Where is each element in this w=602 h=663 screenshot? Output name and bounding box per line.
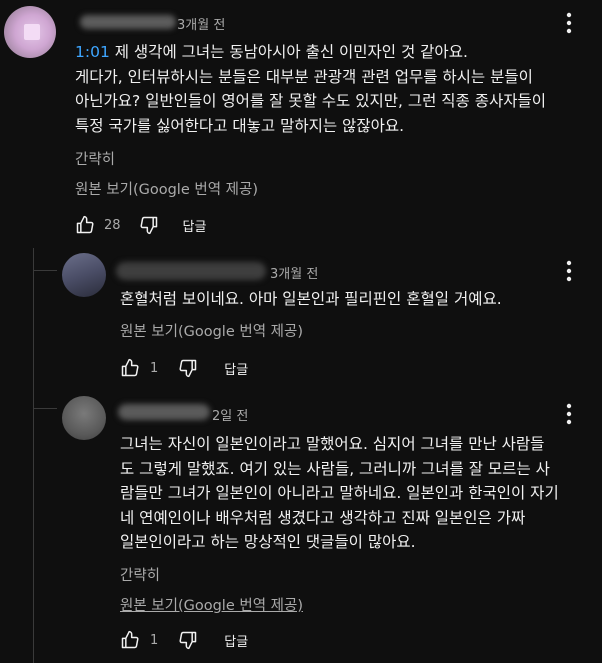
comment-line-1: 1:01 제 생각에 그녀는 동남아시아 출신 이민자인 것 같아요. <box>75 43 468 61</box>
see-original-link[interactable]: 원본 보기(Google 번역 제공) <box>120 320 303 341</box>
more-actions-icon[interactable] <box>566 260 572 286</box>
thread-branch <box>33 408 57 409</box>
like-icon[interactable] <box>120 358 140 378</box>
comment-line-1: 그녀는 자신이 일본인이라고 말했어요. 심지어 그녀를 만난 사람들 <box>120 435 545 453</box>
show-less-button[interactable]: 간략히 <box>75 148 115 169</box>
like-icon[interactable] <box>75 215 95 235</box>
dislike-icon[interactable] <box>178 358 198 378</box>
comment-body: 그녀는 자신이 일본인이라고 말했어요. 심지어 그녀를 만난 사람들 도 그렇… <box>120 432 595 555</box>
author-name-redacted[interactable] <box>118 404 210 420</box>
comment-time: 2일 전 <box>212 409 249 424</box>
comment-line-4: 특정 국가를 싫어한다고 대놓고 말하지는 않잖아요. <box>75 116 405 135</box>
comment-line-1: 혼혈처럼 보이네요. 아마 일본인과 필리핀인 혼혈일 거예요. <box>120 290 502 308</box>
comment-actions: 28 답글 <box>75 215 206 235</box>
comment-body: 혼혈처럼 보이네요. 아마 일본인과 필리핀인 혼혈일 거예요. <box>120 287 590 312</box>
show-less-button[interactable]: 간략히 <box>120 564 160 585</box>
like-count: 28 <box>104 217 121 233</box>
like-count: 1 <box>150 360 159 376</box>
comment-line-5: 일본인이라고 하는 망상적인 댓글들이 많아요. <box>120 533 416 551</box>
more-actions-icon[interactable] <box>566 12 572 38</box>
comment-line-2: 도 그렇게 말했죠. 여기 있는 사람들, 그러니까 그녀를 잘 모르는 사 <box>120 459 550 478</box>
comment-time: 3개월 전 <box>270 267 319 282</box>
dislike-icon[interactable] <box>139 215 159 235</box>
see-original-link[interactable]: 원본 보기(Google 번역 제공) <box>75 178 258 199</box>
like-count: 1 <box>150 632 159 648</box>
comment-line-2: 게다가, 인터뷰하시는 분들은 대부분 관광객 관련 업무를 하시는 분들이 <box>75 67 533 86</box>
comment-line-3: 아닌가요? 일반인들이 영어를 잘 못할 수도 있지만, 그런 직종 종사자들이 <box>75 92 547 110</box>
comment-actions: 1 답글 <box>120 630 248 650</box>
like-icon[interactable] <box>120 630 140 650</box>
thread-line <box>33 248 34 663</box>
avatar[interactable] <box>62 396 106 440</box>
thread-branch <box>33 270 57 271</box>
comment-line-4: 네 연예인이나 배우처럼 생겼다고 생각하고 진짜 일본인은 가짜 <box>120 508 526 527</box>
author-name-redacted[interactable] <box>116 262 266 280</box>
comment-time: 3개월 전 <box>177 18 226 33</box>
avatar[interactable] <box>4 6 56 58</box>
more-actions-icon[interactable] <box>566 403 572 429</box>
author-name-redacted[interactable] <box>80 15 176 29</box>
avatar[interactable] <box>62 253 106 297</box>
comment-line-3: 람들만 그녀가 일본인이 아니라고 말하네요. 일본인과 한국인이 자기 <box>120 484 559 502</box>
reply-button[interactable]: 답글 <box>224 631 248 650</box>
reply-button[interactable]: 답글 <box>183 216 207 235</box>
timestamp-link[interactable]: 1:01 <box>75 43 110 61</box>
reply-button[interactable]: 답글 <box>224 359 248 378</box>
dislike-icon[interactable] <box>178 630 198 650</box>
comment-body: 1:01 제 생각에 그녀는 동남아시아 출신 이민자인 것 같아요. 게다가,… <box>75 40 595 138</box>
see-original-link[interactable]: 원본 보기(Google 번역 제공) <box>120 594 303 615</box>
comment-actions: 1 답글 <box>120 358 248 378</box>
